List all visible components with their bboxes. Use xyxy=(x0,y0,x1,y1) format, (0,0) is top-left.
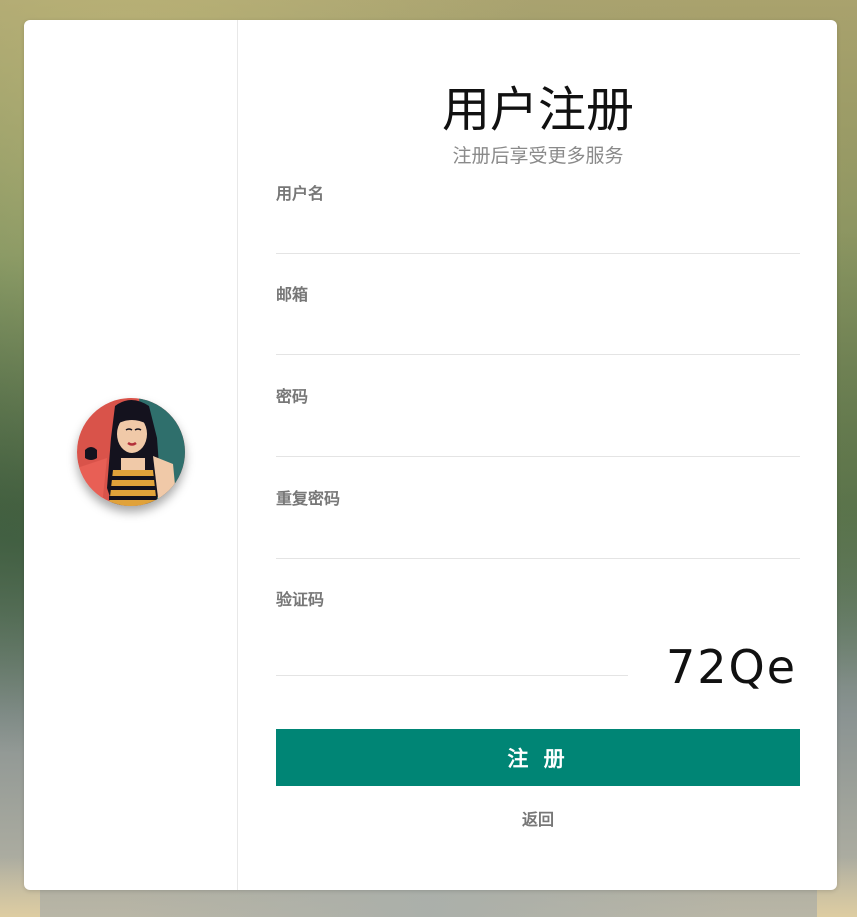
register-button[interactable]: 注 册 xyxy=(276,729,800,786)
email-label: 邮箱 xyxy=(276,285,309,304)
avatar xyxy=(77,398,185,506)
captcha-image[interactable]: 72Qe xyxy=(666,642,795,692)
username-input[interactable] xyxy=(276,216,800,254)
avatar-illustration-icon xyxy=(77,398,185,506)
confirm-password-input[interactable] xyxy=(276,521,800,559)
email-input[interactable] xyxy=(276,317,800,355)
captcha-input[interactable] xyxy=(276,636,628,676)
page-subtitle: 注册后享受更多服务 xyxy=(452,145,624,167)
username-label: 用户名 xyxy=(276,184,325,203)
register-card: 用户注册 注册后享受更多服务 用户名 邮箱 密码 重复密码 验证码 72Qe 注… xyxy=(24,20,837,890)
captcha-label: 验证码 xyxy=(276,590,325,609)
form-panel: 用户注册 注册后享受更多服务 用户名 邮箱 密码 重复密码 验证码 72Qe 注… xyxy=(276,20,800,890)
back-link[interactable]: 返回 xyxy=(276,810,800,830)
page-title: 用户注册 xyxy=(441,82,634,138)
password-label: 密码 xyxy=(276,387,309,406)
confirm-password-label: 重复密码 xyxy=(276,489,341,508)
password-input[interactable] xyxy=(276,419,800,457)
avatar-panel xyxy=(24,20,238,890)
